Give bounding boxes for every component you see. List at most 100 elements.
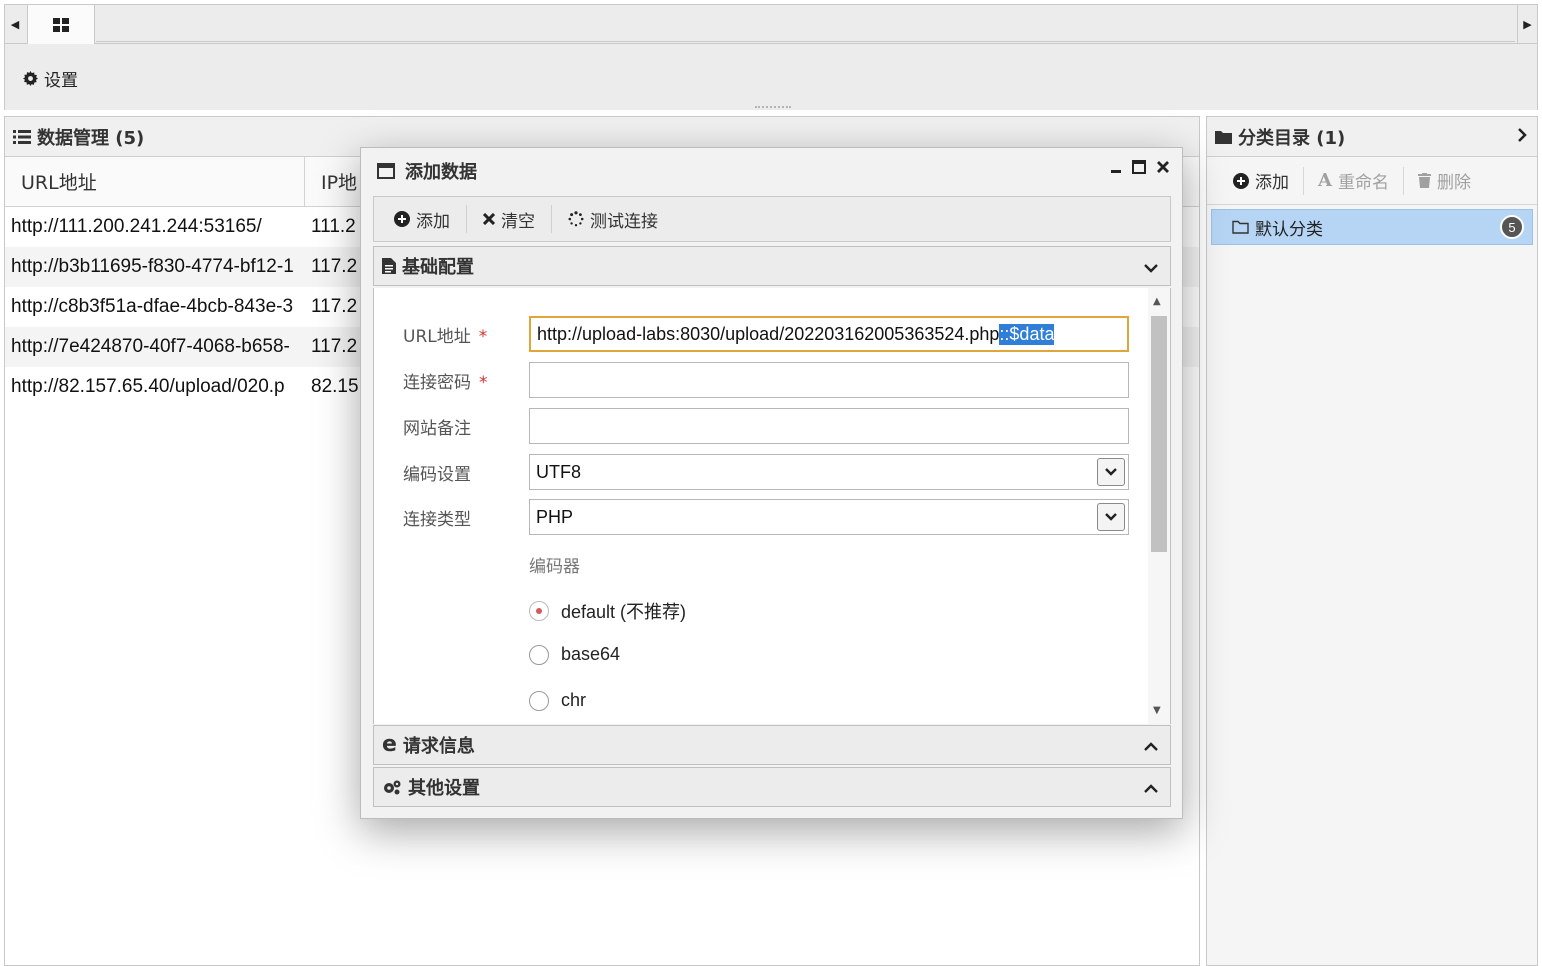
url-label-text: URL地址 bbox=[403, 327, 471, 347]
chevron-up-icon bbox=[1144, 778, 1158, 799]
encoding-value: UTF8 bbox=[536, 461, 581, 482]
delete-category-label: 删除 bbox=[1436, 173, 1471, 193]
chevron-right-icon[interactable] bbox=[1517, 127, 1527, 146]
scrollbar-thumb[interactable] bbox=[1151, 316, 1167, 552]
column-header-url[interactable]: URL地址 bbox=[5, 157, 305, 206]
edge-icon: e bbox=[382, 732, 397, 757]
window-controls bbox=[1110, 160, 1170, 174]
required-mark: * bbox=[479, 373, 488, 393]
trash-icon bbox=[1417, 173, 1431, 188]
cell-url: http://111.200.241.244:53165/ bbox=[11, 216, 262, 237]
data-panel-title: 数据管理 (5) bbox=[37, 127, 145, 149]
rename-category-label: 重命名 bbox=[1337, 173, 1389, 193]
encoder-option-label: base64 bbox=[561, 644, 621, 664]
other-settings-header[interactable]: 其他设置 bbox=[373, 767, 1171, 807]
radio-checked[interactable] bbox=[529, 601, 549, 621]
x-icon bbox=[483, 213, 495, 225]
list-icon bbox=[13, 129, 31, 144]
radio-unchecked[interactable] bbox=[529, 644, 549, 665]
encoder-option-label: default (不推荐) bbox=[561, 602, 687, 622]
gears-icon bbox=[384, 780, 401, 795]
note-label: 网站备注 bbox=[403, 419, 471, 439]
tab-scroll-left-icon[interactable]: ◀ bbox=[5, 5, 25, 43]
add-button-label: 添加 bbox=[416, 211, 450, 232]
cell-url: http://c8b3f51a-dfae-4bcb-843e-3 bbox=[11, 296, 294, 317]
tab-scroll-right-icon[interactable]: ▶ bbox=[1517, 5, 1537, 43]
request-info-header[interactable]: e 请求信息 bbox=[373, 725, 1171, 765]
type-select[interactable]: PHP bbox=[529, 499, 1129, 535]
encoding-select[interactable]: UTF8 bbox=[529, 454, 1129, 490]
spinner-icon bbox=[568, 211, 584, 227]
scroll-up-icon[interactable]: ▲ bbox=[1153, 296, 1161, 307]
password-input[interactable] bbox=[529, 362, 1129, 398]
gear-icon bbox=[23, 71, 38, 86]
splitter-handle[interactable] bbox=[755, 106, 791, 108]
document-icon bbox=[382, 258, 396, 274]
clear-button-label: 清空 bbox=[501, 211, 535, 232]
basic-config-body: URL地址 * http://upload-labs:8030/upload/20… bbox=[373, 288, 1171, 724]
encoding-label: 编码设置 bbox=[403, 465, 471, 485]
plus-circle-icon bbox=[394, 211, 410, 227]
maximize-icon[interactable] bbox=[1132, 160, 1146, 174]
dialog-titlebar[interactable]: 添加数据 bbox=[361, 148, 1182, 194]
cell-url: http://82.157.65.40/upload/020.p bbox=[11, 376, 285, 397]
add-data-dialog: 添加数据 添加 清空 测试连接 基础配置 URL地址 * http://uplo… bbox=[360, 147, 1183, 819]
cell-url: http://7e424870-40f7-4068-b658- bbox=[11, 336, 290, 357]
rename-category-button[interactable]: A 重命名 bbox=[1304, 166, 1404, 195]
clear-button[interactable]: 清空 bbox=[467, 205, 552, 233]
category-panel-title: 分类目录 (1) bbox=[1238, 127, 1346, 149]
category-panel: 分类目录 (1) 添加 A 重命名 删除 默认分类 5 bbox=[1206, 116, 1538, 966]
close-icon[interactable] bbox=[1156, 160, 1170, 174]
form-scrollbar[interactable]: ▲ ▼ bbox=[1148, 288, 1170, 724]
encoder-title: 编码器 bbox=[529, 557, 580, 577]
encoder-option-chr[interactable]: chr bbox=[529, 690, 586, 711]
basic-config-header[interactable]: 基础配置 bbox=[373, 246, 1171, 286]
test-connection-button[interactable]: 测试连接 bbox=[552, 205, 674, 233]
category-count-badge: 5 bbox=[1500, 215, 1524, 239]
password-label: 连接密码 * bbox=[403, 368, 488, 393]
dialog-toolbar: 添加 清空 测试连接 bbox=[373, 196, 1171, 242]
basic-config-title: 基础配置 bbox=[402, 257, 474, 278]
folder-icon bbox=[1215, 130, 1232, 144]
category-item-label: 默认分类 bbox=[1255, 219, 1323, 240]
window-icon bbox=[377, 163, 395, 179]
required-mark: * bbox=[478, 327, 488, 347]
encoder-option-default[interactable]: default (不推荐) bbox=[529, 598, 686, 624]
minimize-icon[interactable] bbox=[1110, 160, 1122, 174]
main-toolbar: 设置 bbox=[4, 44, 1538, 110]
radio-unchecked[interactable] bbox=[529, 690, 549, 711]
folder-outline-icon bbox=[1232, 220, 1249, 234]
category-panel-header: 分类目录 (1) bbox=[1207, 117, 1537, 157]
encoder-option-base64[interactable]: base64 bbox=[529, 644, 620, 665]
cell-url: http://b3b11695-f830-4774-bf12-1 bbox=[11, 256, 294, 277]
category-toolbar: 添加 A 重命名 删除 bbox=[1207, 157, 1537, 205]
encoder-option-label: chr bbox=[561, 690, 587, 710]
type-value: PHP bbox=[536, 506, 574, 527]
request-info-title: 请求信息 bbox=[402, 736, 475, 757]
url-label: URL地址 * bbox=[403, 322, 487, 347]
scroll-down-icon[interactable]: ▼ bbox=[1153, 705, 1161, 716]
chevron-down-icon[interactable] bbox=[1097, 503, 1125, 531]
chevron-up-icon bbox=[1144, 736, 1158, 757]
grid-icon bbox=[53, 17, 69, 32]
category-item-default[interactable]: 默认分类 5 bbox=[1211, 209, 1533, 245]
chevron-down-icon[interactable] bbox=[1097, 458, 1125, 486]
home-tab[interactable] bbox=[27, 5, 95, 44]
add-button[interactable]: 添加 bbox=[378, 205, 467, 233]
type-label: 连接类型 bbox=[403, 510, 471, 530]
url-input-text: http://upload-labs:8030/upload/202203162… bbox=[537, 323, 1000, 344]
add-category-button[interactable]: 添加 bbox=[1219, 166, 1304, 195]
add-category-label: 添加 bbox=[1255, 173, 1289, 193]
other-settings-title: 其他设置 bbox=[408, 778, 480, 799]
url-input-selection: ::$data bbox=[999, 323, 1055, 345]
test-connection-label: 测试连接 bbox=[590, 211, 658, 232]
dialog-title: 添加数据 bbox=[405, 162, 477, 183]
settings-button[interactable]: 设置 bbox=[23, 66, 78, 91]
delete-category-button[interactable]: 删除 bbox=[1404, 167, 1485, 195]
plus-circle-icon bbox=[1233, 172, 1249, 189]
tab-strip: ◀ ▶ bbox=[4, 4, 1538, 44]
tab-divider bbox=[96, 41, 1515, 42]
url-input[interactable]: http://upload-labs:8030/upload/202203162… bbox=[529, 316, 1129, 352]
chevron-down-icon bbox=[1144, 257, 1158, 278]
note-input[interactable] bbox=[529, 408, 1129, 444]
